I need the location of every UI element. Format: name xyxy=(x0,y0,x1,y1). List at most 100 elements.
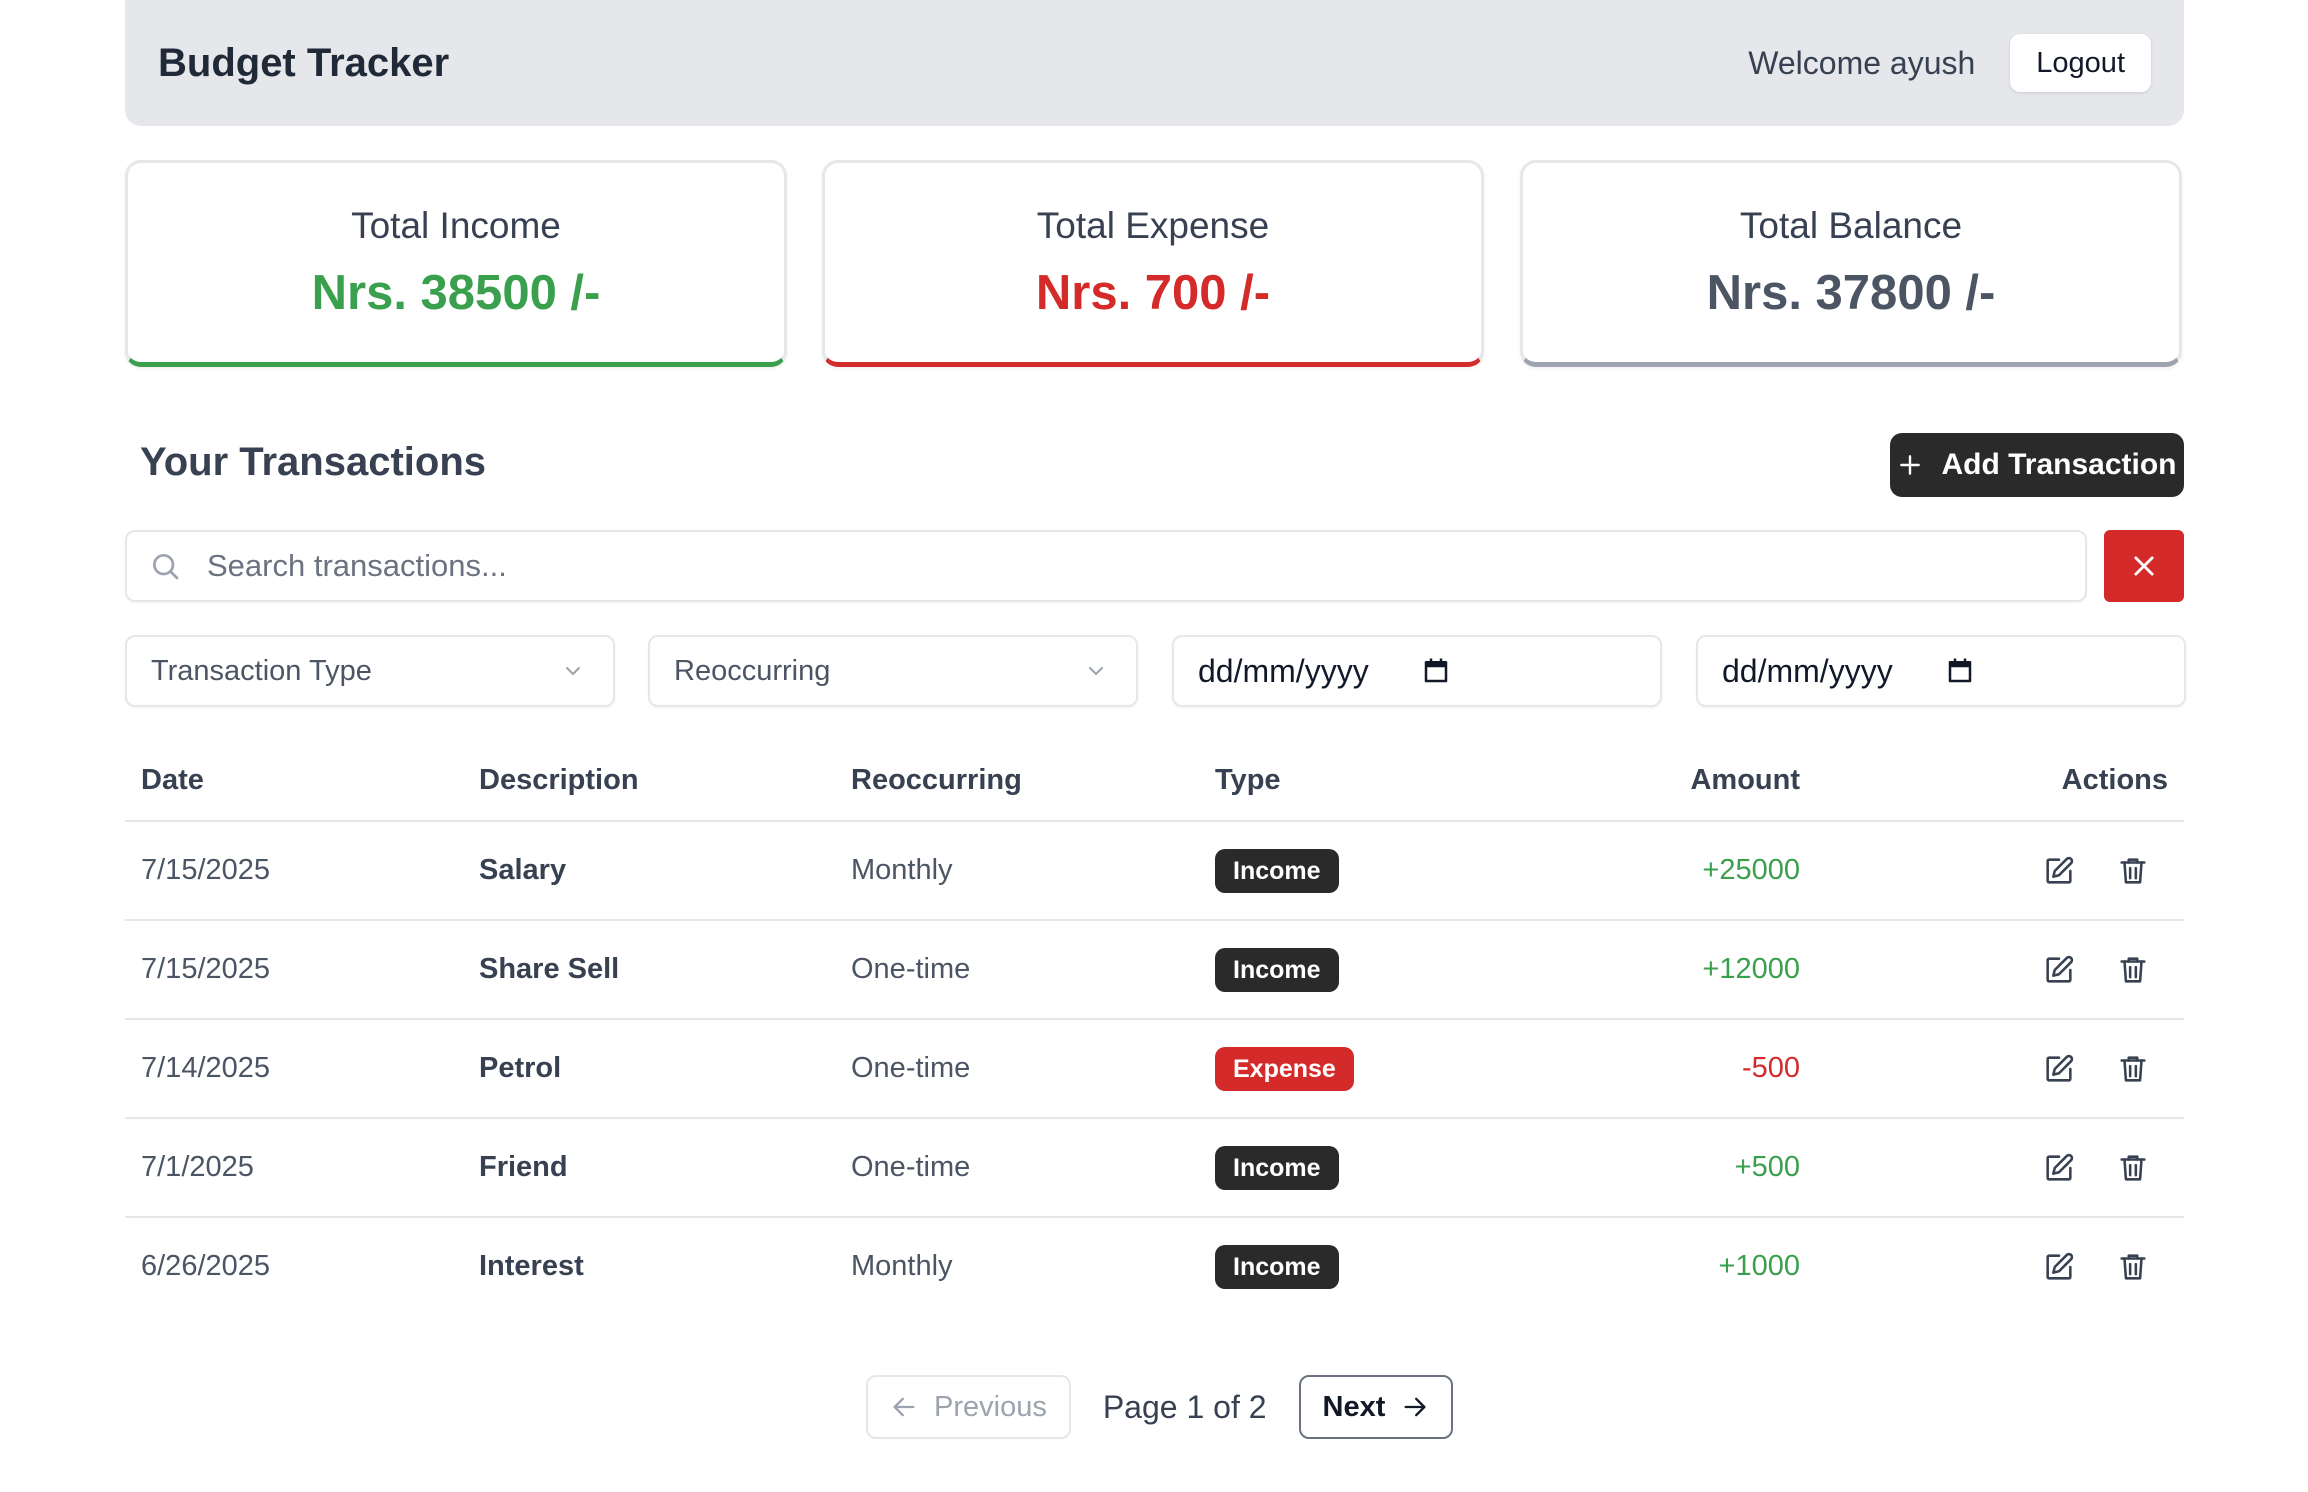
delete-button[interactable] xyxy=(2116,854,2150,888)
calendar-icon[interactable] xyxy=(1421,656,1451,686)
row-description: Share Sell xyxy=(479,953,620,985)
total-income-label: Total Income xyxy=(351,204,561,246)
edit-button[interactable] xyxy=(2042,1151,2076,1185)
row-description: Petrol xyxy=(479,1052,562,1084)
welcome-text: Welcome ayush xyxy=(1748,44,1976,81)
row-date: 7/15/2025 xyxy=(141,854,271,886)
total-expense-card: Total Expense Nrs. 700 /- xyxy=(822,160,1484,367)
type-badge-expense: Expense xyxy=(1215,1046,1354,1091)
close-icon xyxy=(2134,556,2154,576)
delete-button[interactable] xyxy=(2116,1250,2150,1284)
row-date: 7/15/2025 xyxy=(141,953,271,985)
trash-icon xyxy=(2120,1154,2146,1181)
end-date-placeholder: dd/mm/yyyy xyxy=(1722,652,1893,689)
table-row: 7/14/2025 Petrol One-time Expense -500 xyxy=(125,1020,2184,1119)
transactions-title: Your Transactions xyxy=(140,440,487,484)
logout-button[interactable]: Logout xyxy=(2010,34,2151,92)
row-reoccurring: One-time xyxy=(851,953,971,985)
end-date-input[interactable]: dd/mm/yyyy xyxy=(1696,635,2186,707)
total-balance-label: Total Balance xyxy=(1739,204,1963,246)
row-type: Income xyxy=(1215,947,1339,992)
column-header-reoccurring: Reoccurring xyxy=(851,763,1022,796)
table-row: 7/1/2025 Friend One-time Income +500 xyxy=(125,1119,2184,1218)
type-badge-income: Income xyxy=(1215,1145,1339,1190)
type-badge-income: Income xyxy=(1215,947,1339,992)
row-description: Friend xyxy=(479,1151,568,1183)
reoccurring-select[interactable]: Reoccurring xyxy=(648,635,1138,707)
column-header-date: Date xyxy=(141,763,204,796)
add-transaction-label: Add Transaction xyxy=(1941,448,2177,481)
header-user-area: Welcome ayush Logout xyxy=(1748,34,2151,92)
total-balance-value: Nrs. 37800 /- xyxy=(1706,265,1996,320)
row-amount: +25000 xyxy=(1702,854,1800,886)
edit-button[interactable] xyxy=(2042,1250,2076,1284)
row-amount: +12000 xyxy=(1702,953,1800,985)
column-header-amount: Amount xyxy=(1690,763,1800,796)
clear-search-button[interactable] xyxy=(2104,530,2184,602)
trash-icon xyxy=(2120,1055,2146,1082)
row-type: Expense xyxy=(1215,1046,1354,1091)
next-page-button[interactable]: Next xyxy=(1298,1375,1454,1439)
row-reoccurring: One-time xyxy=(851,1052,971,1084)
row-reoccurring: Monthly xyxy=(851,854,953,886)
previous-label: Previous xyxy=(934,1390,1047,1423)
add-transaction-button[interactable]: Add Transaction xyxy=(1890,433,2184,497)
row-description: Interest xyxy=(479,1250,584,1282)
total-income-card: Total Income Nrs. 38500 /- xyxy=(125,160,787,367)
column-header-description: Description xyxy=(479,763,639,796)
row-actions xyxy=(2042,854,2150,888)
delete-button[interactable] xyxy=(2116,953,2150,987)
row-type: Income xyxy=(1215,1244,1339,1289)
edit-icon xyxy=(2046,1252,2074,1280)
search-input[interactable] xyxy=(205,535,2085,597)
edit-icon xyxy=(2046,856,2074,884)
total-income-value: Nrs. 38500 /- xyxy=(311,265,601,320)
chevron-down-icon xyxy=(566,667,580,675)
row-amount: +1000 xyxy=(1718,1250,1800,1282)
arrow-left-icon xyxy=(893,1397,915,1417)
edit-icon xyxy=(2046,955,2074,983)
table-row: 7/15/2025 Share Sell One-time Income +12… xyxy=(125,921,2184,1020)
row-actions xyxy=(2042,953,2150,987)
page-indicator: Page 1 of 2 xyxy=(1102,1388,1267,1425)
edit-button[interactable] xyxy=(2042,953,2076,987)
row-actions xyxy=(2042,1052,2150,1086)
transactions-table: Date Description Reoccurring Type Amount… xyxy=(125,740,2184,1315)
total-expense-label: Total Expense xyxy=(1036,204,1270,246)
plus-icon xyxy=(1900,455,1921,475)
column-header-actions: Actions xyxy=(2061,763,2168,796)
start-date-placeholder: dd/mm/yyyy xyxy=(1198,652,1369,689)
search-box xyxy=(125,530,2087,602)
transaction-type-select[interactable]: Transaction Type xyxy=(125,635,615,707)
delete-button[interactable] xyxy=(2116,1151,2150,1185)
search-icon xyxy=(153,554,179,580)
pagination: Previous Page 1 of 2 Next xyxy=(866,1375,1454,1439)
trash-icon xyxy=(2120,1253,2146,1280)
table-header: Date Description Reoccurring Type Amount… xyxy=(125,740,2184,822)
row-reoccurring: One-time xyxy=(851,1151,971,1183)
row-type: Income xyxy=(1215,848,1339,893)
row-reoccurring: Monthly xyxy=(851,1250,953,1282)
total-expense-value: Nrs. 700 /- xyxy=(1035,265,1271,320)
total-balance-card: Total Balance Nrs. 37800 /- xyxy=(1520,160,2182,367)
edit-icon xyxy=(2046,1153,2074,1181)
column-header-type: Type xyxy=(1215,763,1281,796)
arrow-right-icon xyxy=(1404,1397,1426,1417)
row-amount: -500 xyxy=(1741,1052,1800,1084)
start-date-input[interactable]: dd/mm/yyyy xyxy=(1172,635,1662,707)
previous-page-button[interactable]: Previous xyxy=(866,1375,1071,1439)
row-description: Salary xyxy=(479,854,567,886)
edit-button[interactable] xyxy=(2042,1052,2076,1086)
row-date: 6/26/2025 xyxy=(141,1250,271,1282)
transaction-type-value: Transaction Type xyxy=(151,654,372,687)
reoccurring-value: Reoccurring xyxy=(674,654,831,687)
row-type: Income xyxy=(1215,1145,1339,1190)
chevron-down-icon xyxy=(1089,667,1103,675)
edit-button[interactable] xyxy=(2042,854,2076,888)
delete-button[interactable] xyxy=(2116,1052,2150,1086)
next-label: Next xyxy=(1322,1390,1386,1423)
row-actions xyxy=(2042,1151,2150,1185)
budget-tracker-app: Budget Tracker Welcome ayush Logout Tota… xyxy=(0,0,2308,1492)
calendar-icon[interactable] xyxy=(1945,656,1975,686)
header: Budget Tracker Welcome ayush Logout xyxy=(125,0,2184,126)
